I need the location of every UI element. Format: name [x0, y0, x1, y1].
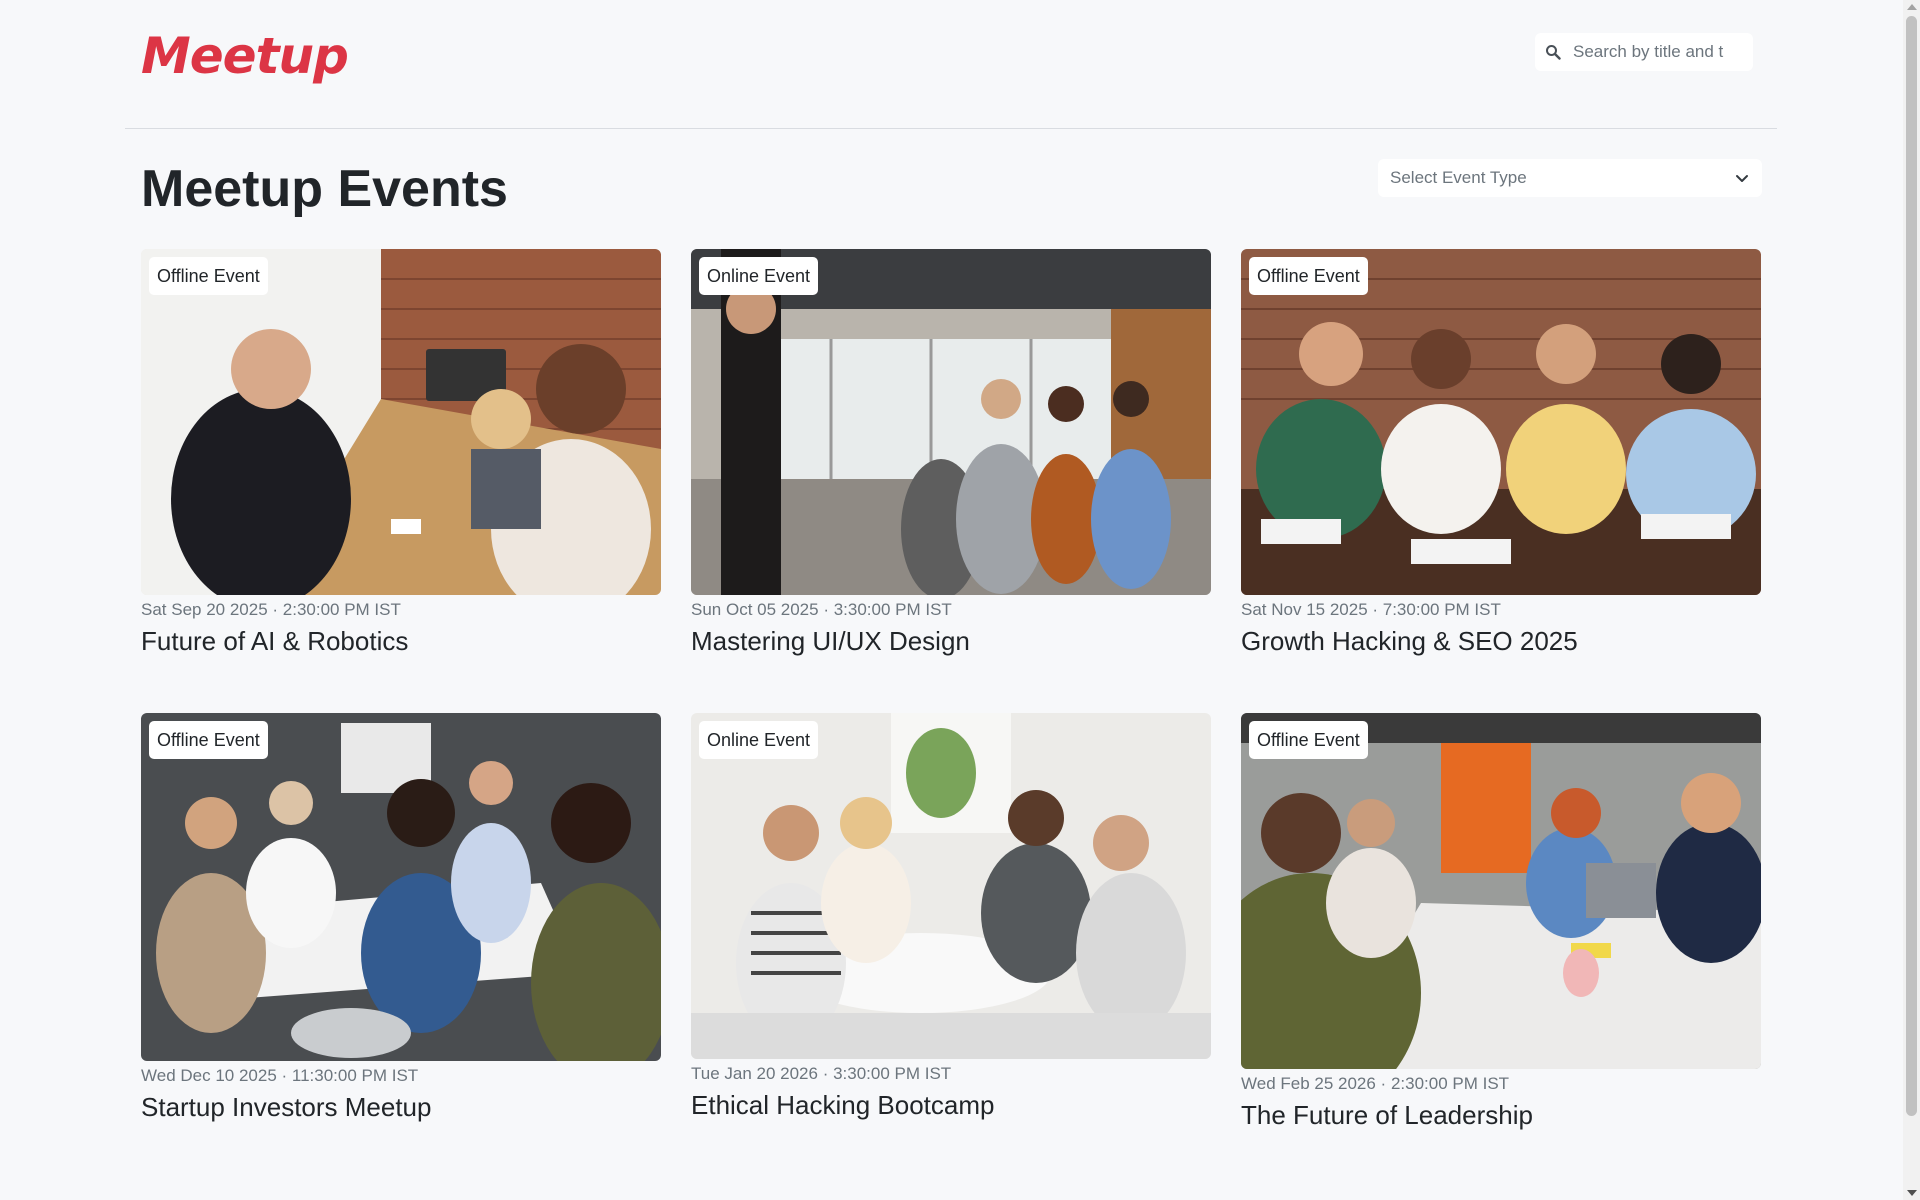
- event-photo: [141, 713, 661, 1061]
- event-card[interactable]: Online Event Tue Jan 20 2026 · 3:30:00 P…: [691, 713, 1211, 1131]
- event-image[interactable]: Offline Event: [1241, 249, 1761, 595]
- event-image[interactable]: Offline Event: [141, 249, 661, 595]
- vertical-scrollbar[interactable]: [1903, 0, 1920, 1200]
- event-card[interactable]: Offline Event Wed Dec 10 2025 · 11:30:00…: [141, 713, 661, 1131]
- event-date: Sat Sep 20 2025 · 2:30:00 PM IST: [141, 600, 401, 619]
- page-title: Meetup Events: [141, 160, 508, 218]
- event-type-badge: Offline Event: [1249, 721, 1368, 759]
- event-date: Wed Feb 25 2026 · 2:30:00 PM IST: [1241, 1074, 1510, 1093]
- event-photo: [1241, 249, 1761, 595]
- event-card[interactable]: Offline Event Sat Sep 20 2025 · 2:30:00 …: [141, 249, 661, 657]
- event-card[interactable]: Online Event Sun Oct 05 2025 · 3:30:00 P…: [691, 249, 1211, 657]
- event-photo: [1241, 713, 1761, 1069]
- event-date: Wed Dec 10 2025 · 11:30:00 PM IST: [141, 1066, 419, 1085]
- page-container: Meetup Meetup Events Select Event Type: [125, 0, 1777, 249]
- event-image[interactable]: Offline Event: [141, 713, 661, 1061]
- event-title[interactable]: The Future of Leadership: [1241, 1099, 1761, 1131]
- brand-logo[interactable]: Meetup: [141, 24, 349, 88]
- event-date: Tue Jan 20 2026 · 3:30:00 PM IST: [691, 1064, 952, 1083]
- event-type-badge: Offline Event: [149, 721, 268, 759]
- event-type-select[interactable]: Select Event Type: [1378, 159, 1762, 197]
- event-card[interactable]: Offline Event Sat Nov 15 2025 · 7:30:00 …: [1241, 249, 1761, 657]
- event-title[interactable]: Ethical Hacking Bootcamp: [691, 1089, 1211, 1121]
- event-card[interactable]: Offline Event Wed Feb 25 2026 · 2:30:00 …: [1241, 713, 1761, 1131]
- event-photo: [141, 249, 661, 595]
- event-type-select-value: Select Event Type: [1390, 168, 1527, 187]
- search-box[interactable]: [1535, 32, 1753, 72]
- event-photo: [691, 249, 1211, 595]
- event-title[interactable]: Growth Hacking & SEO 2025: [1241, 625, 1761, 657]
- title-row: Meetup Events Select Event Type: [125, 129, 1777, 249]
- event-type-badge: Online Event: [699, 257, 819, 295]
- event-date: Sat Nov 15 2025 · 7:30:00 PM IST: [1241, 600, 1501, 619]
- scroll-up-icon[interactable]: [1907, 4, 1917, 10]
- search-input[interactable]: [1571, 32, 1753, 72]
- scroll-down-icon[interactable]: [1907, 1190, 1917, 1196]
- event-type-badge: Offline Event: [1249, 257, 1368, 295]
- events-grid: Offline Event Sat Sep 20 2025 · 2:30:00 …: [141, 249, 1761, 1131]
- event-title[interactable]: Mastering UI/UX Design: [691, 625, 1211, 657]
- event-image[interactable]: Offline Event: [1241, 713, 1761, 1069]
- event-title[interactable]: Startup Investors Meetup: [141, 1091, 661, 1123]
- chevron-down-icon: [1736, 175, 1748, 182]
- event-image[interactable]: Online Event: [691, 249, 1211, 595]
- event-type-badge: Online Event: [699, 721, 819, 759]
- search-icon: [1546, 45, 1561, 60]
- header: Meetup: [125, 0, 1777, 129]
- event-title[interactable]: Future of AI & Robotics: [141, 625, 661, 657]
- event-photo: [691, 713, 1211, 1059]
- event-image[interactable]: Online Event: [691, 713, 1211, 1059]
- scrollbar-thumb[interactable]: [1906, 16, 1917, 1116]
- event-type-badge: Offline Event: [149, 257, 268, 295]
- event-date: Sun Oct 05 2025 · 3:30:00 PM IST: [691, 600, 952, 619]
